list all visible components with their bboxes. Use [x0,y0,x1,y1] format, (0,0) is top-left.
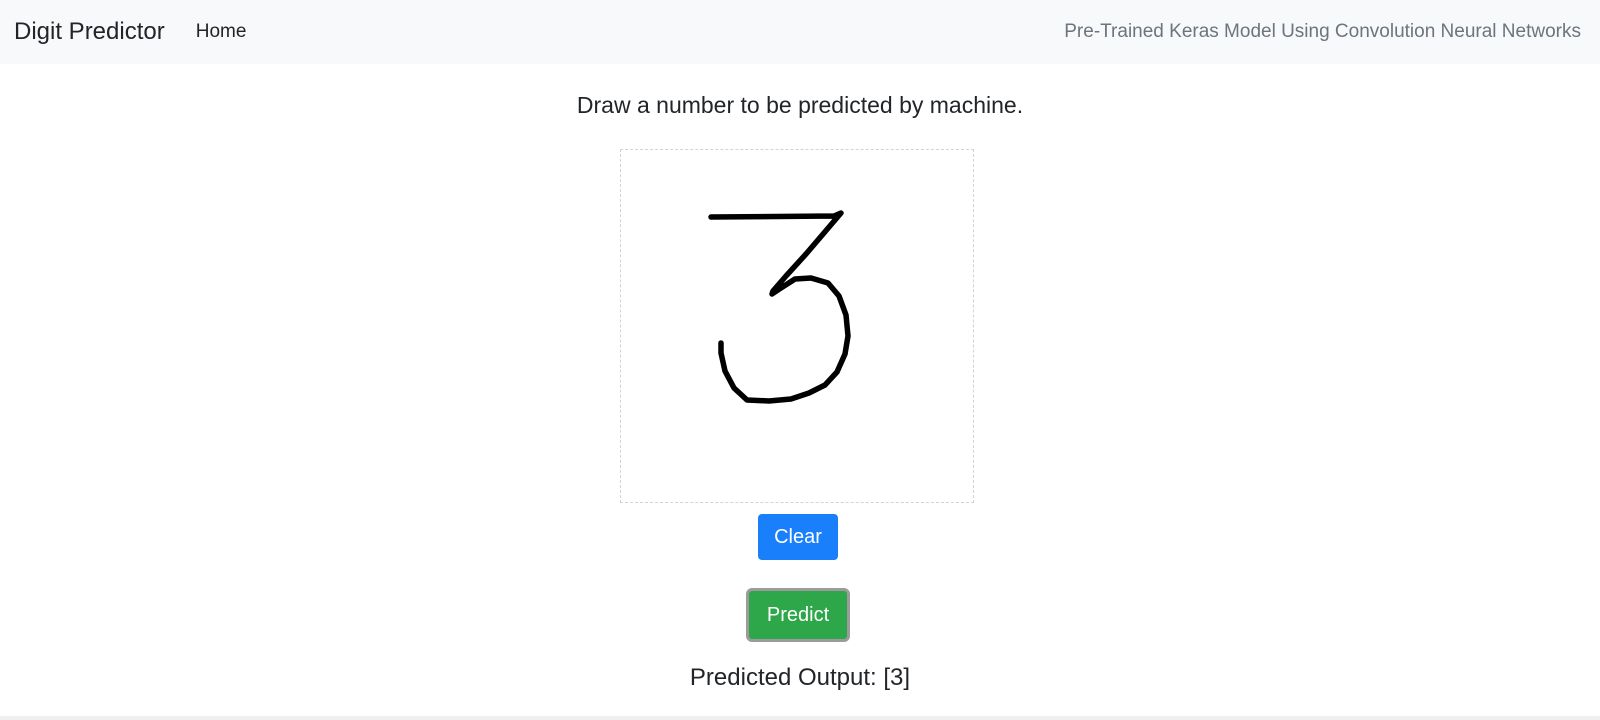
navbar-tagline: Pre-Trained Keras Model Using Convolutio… [1064,21,1581,42]
footer-divider [0,716,1600,720]
predict-button[interactable]: Predict [746,588,850,642]
navbar-brand[interactable]: Digit Predictor [14,18,165,46]
clear-button[interactable]: Clear [758,514,838,560]
predicted-output-value: [3] [883,664,911,691]
navbar: Digit Predictor Home Pre-Trained Keras M… [0,0,1600,64]
digit-three-stroke [708,210,851,404]
predicted-output-label: Predicted Output: [689,664,877,691]
predicted-output: Predicted Output: [3] [0,664,1600,692]
instruction-text: Draw a number to be predicted by machine… [576,92,1024,118]
nav-link-home[interactable]: Home [196,21,247,43]
digit-stroke-drawing [708,210,851,404]
drawing-canvas[interactable] [620,149,974,503]
